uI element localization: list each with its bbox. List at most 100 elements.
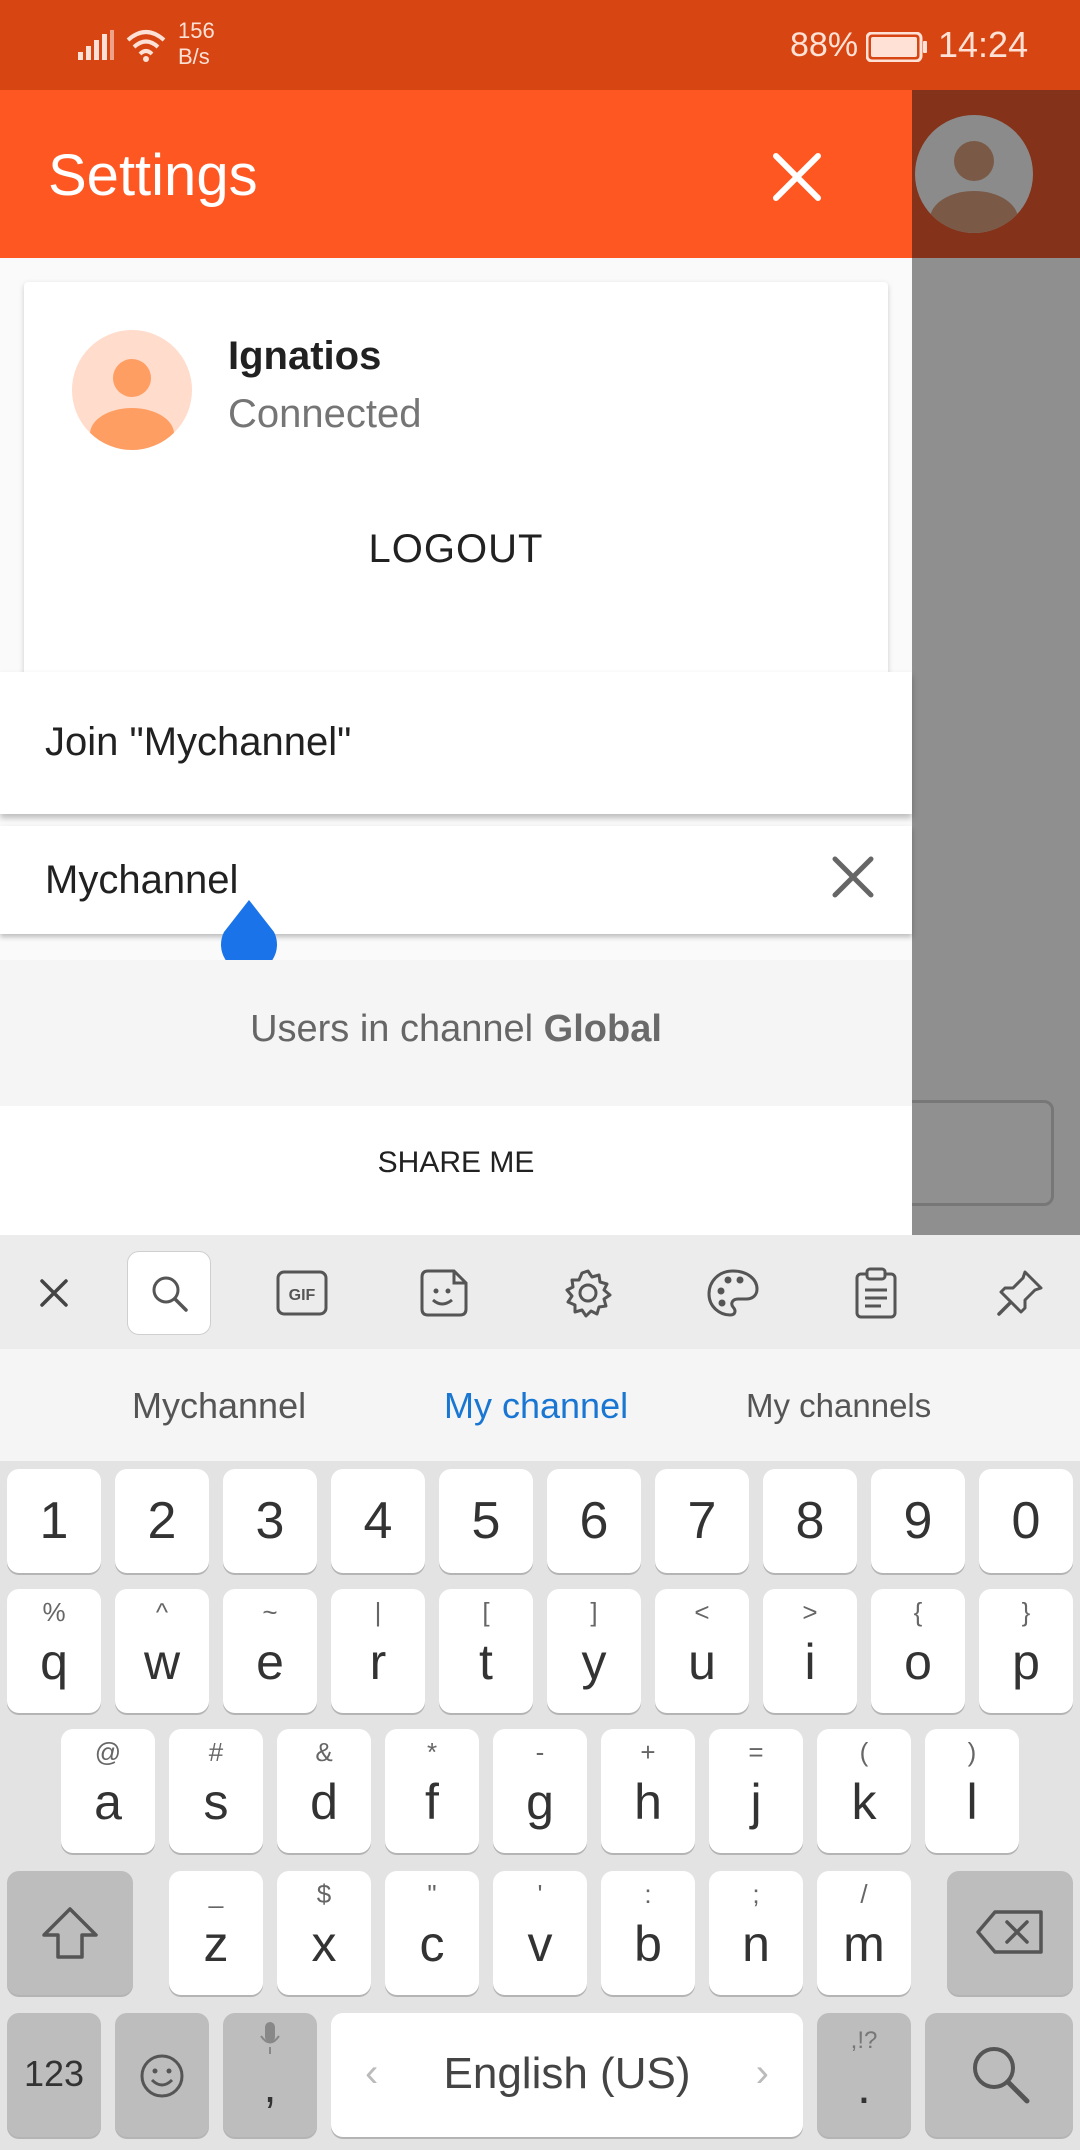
keyboard-theme-button[interactable] bbox=[697, 1257, 769, 1329]
clear-icon[interactable] bbox=[830, 854, 876, 900]
keyboard-search-key[interactable] bbox=[925, 2013, 1073, 2137]
key-4[interactable]: 4 bbox=[331, 1469, 425, 1573]
comma-key[interactable]: , bbox=[223, 2013, 317, 2137]
key-label: b bbox=[634, 1916, 662, 1972]
users-heading-prefix: Users in channel bbox=[250, 1008, 544, 1050]
key-label: w bbox=[143, 1634, 181, 1690]
key-h[interactable]: + h bbox=[601, 1729, 695, 1853]
key-1[interactable]: 1 bbox=[7, 1469, 101, 1573]
emoji-key[interactable] bbox=[115, 2013, 209, 2137]
key-g[interactable]: -g bbox=[493, 1729, 587, 1853]
drawer-title: Settings bbox=[48, 143, 258, 208]
key-s[interactable]: # s bbox=[169, 1729, 263, 1853]
key-sublabel: = bbox=[748, 1737, 764, 1767]
numbers-key[interactable]: 123 bbox=[7, 2013, 101, 2137]
keyboard-gif-button[interactable]: GIF bbox=[266, 1257, 338, 1329]
key-label: 8 bbox=[795, 1492, 825, 1550]
key-m[interactable]: / m bbox=[817, 1871, 911, 1995]
key-label: e bbox=[256, 1634, 284, 1690]
key-label: a bbox=[94, 1774, 122, 1830]
key-2[interactable]: 2 bbox=[115, 1469, 209, 1573]
key-sublabel: ,!? bbox=[850, 2027, 878, 2054]
suggestion-item[interactable]: My channel bbox=[444, 1385, 628, 1427]
join-suggestion[interactable]: Join "Mychannel" bbox=[0, 672, 912, 814]
key-j[interactable]: = j bbox=[709, 1729, 803, 1853]
key-label: y bbox=[581, 1634, 607, 1690]
key-u[interactable]: < u bbox=[655, 1589, 749, 1713]
key-p[interactable]: } p bbox=[979, 1589, 1073, 1713]
clipboard-icon bbox=[855, 1267, 897, 1319]
close-icon[interactable] bbox=[770, 150, 824, 204]
channel-search-input[interactable] bbox=[45, 850, 765, 910]
profile-name: Ignatios bbox=[228, 334, 382, 378]
space-key[interactable]: ‹ English (US) › bbox=[331, 2013, 803, 2137]
suggestion-item[interactable]: My channels bbox=[746, 1387, 931, 1425]
network-speed-value: 156 bbox=[178, 18, 215, 43]
key-label: u bbox=[688, 1634, 716, 1690]
key-a[interactable]: @ a bbox=[61, 1729, 155, 1853]
keyboard-search-button[interactable] bbox=[127, 1251, 211, 1335]
key-0[interactable]: 0 bbox=[979, 1469, 1073, 1573]
key-label: o bbox=[904, 1634, 932, 1690]
microphone-icon bbox=[260, 2022, 280, 2054]
keyboard-toolbar: GIF bbox=[0, 1235, 1080, 1349]
gif-icon: GIF bbox=[276, 1270, 328, 1316]
key-sublabel: _ bbox=[208, 1879, 224, 1909]
key-v[interactable]: ' v bbox=[493, 1871, 587, 1995]
key-l[interactable]: ) l bbox=[925, 1729, 1019, 1853]
key-c[interactable]: " c bbox=[385, 1871, 479, 1995]
palette-icon bbox=[707, 1269, 759, 1317]
key-k[interactable]: (k bbox=[817, 1729, 911, 1853]
period-key[interactable]: ,!? . bbox=[817, 2013, 911, 2137]
emoji-icon bbox=[140, 2054, 184, 2098]
key-sublabel: @ bbox=[94, 1737, 122, 1767]
key-sublabel: / bbox=[860, 1879, 868, 1909]
status-bar: 156 B/s 88% 14:24 bbox=[0, 0, 1080, 90]
key-w[interactable]: ^ w bbox=[115, 1589, 209, 1713]
share-me-button[interactable]: SHARE ME bbox=[0, 1146, 912, 1180]
backspace-key[interactable] bbox=[947, 1871, 1073, 1995]
key-sublabel: : bbox=[644, 1879, 652, 1909]
key-q[interactable]: % q bbox=[7, 1589, 101, 1713]
key-r[interactable]: | r bbox=[331, 1589, 425, 1713]
keyboard-sticker-button[interactable] bbox=[408, 1257, 480, 1329]
keyboard-clipboard-button[interactable] bbox=[840, 1257, 912, 1329]
drawer-header: Settings bbox=[0, 90, 912, 258]
key-d[interactable]: & d bbox=[277, 1729, 371, 1853]
keyboard-close-button[interactable] bbox=[18, 1257, 90, 1329]
key-n[interactable]: ; n bbox=[709, 1871, 803, 1995]
key-label: h bbox=[634, 1774, 662, 1830]
logout-button[interactable]: LOGOUT bbox=[24, 527, 888, 572]
key-x[interactable]: $ x bbox=[277, 1871, 371, 1995]
key-6[interactable]: 6 bbox=[547, 1469, 641, 1573]
key-label: 7 bbox=[687, 1492, 717, 1550]
key-9[interactable]: 9 bbox=[871, 1469, 965, 1573]
key-b[interactable]: :b bbox=[601, 1871, 695, 1995]
keyboard-suggestion-strip: Mychannel My channel My channels bbox=[0, 1349, 1080, 1461]
right-arrow-icon: › bbox=[755, 2051, 769, 2095]
key-label: i bbox=[804, 1634, 816, 1690]
network-speed: 156 B/s bbox=[178, 18, 215, 70]
key-sublabel: } bbox=[1021, 1597, 1031, 1627]
keyboard-settings-button[interactable] bbox=[552, 1257, 624, 1329]
search-icon bbox=[973, 2047, 1030, 2104]
key-label: d bbox=[310, 1774, 338, 1830]
share-row: SHARE ME bbox=[0, 1106, 912, 1236]
key-7[interactable]: 7 bbox=[655, 1469, 749, 1573]
key-3[interactable]: 3 bbox=[223, 1469, 317, 1573]
suggestion-item[interactable]: Mychannel bbox=[132, 1385, 306, 1427]
key-sublabel: " bbox=[427, 1879, 437, 1909]
key-e[interactable]: ~ e bbox=[223, 1589, 317, 1713]
shift-key[interactable] bbox=[7, 1871, 133, 1995]
key-z[interactable]: _ z bbox=[169, 1871, 263, 1995]
key-8[interactable]: 8 bbox=[763, 1469, 857, 1573]
key-label: 9 bbox=[903, 1492, 933, 1550]
key-f[interactable]: * f bbox=[385, 1729, 479, 1853]
key-y[interactable]: ] y bbox=[547, 1589, 641, 1713]
key-i[interactable]: > i bbox=[763, 1589, 857, 1713]
key-label: . bbox=[857, 2058, 871, 2114]
key-o[interactable]: {o bbox=[871, 1589, 965, 1713]
key-t[interactable]: [t bbox=[439, 1589, 533, 1713]
key-5[interactable]: 5 bbox=[439, 1469, 533, 1573]
keyboard-pin-button[interactable] bbox=[984, 1257, 1056, 1329]
